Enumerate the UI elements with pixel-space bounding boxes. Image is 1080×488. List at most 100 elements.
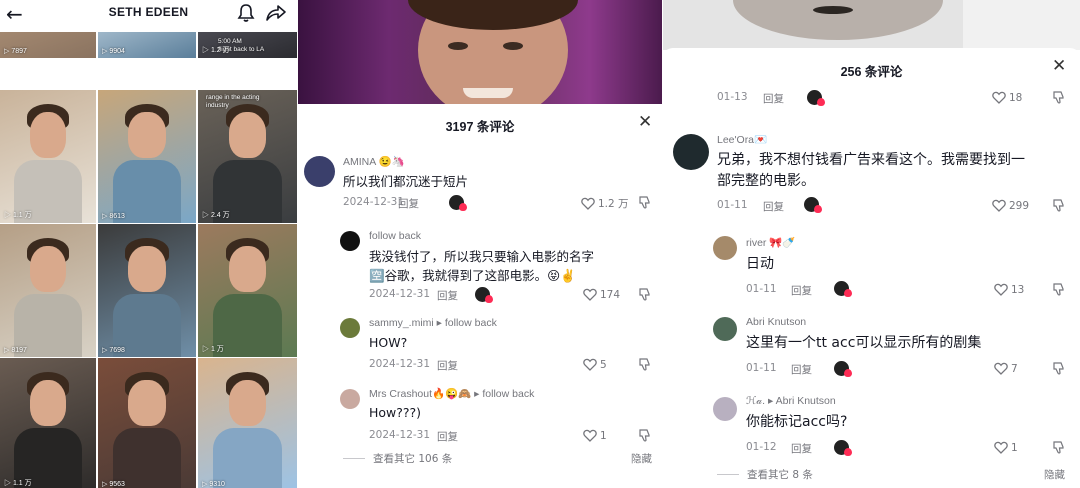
close-icon[interactable]: ✕ <box>638 112 652 132</box>
username-text[interactable]: Lee'Ora💌 <box>717 134 767 146</box>
reply-to-user[interactable]: follow back <box>445 317 497 329</box>
reply-button[interactable]: 回复 <box>791 362 812 377</box>
thumbnail-image <box>29 112 67 158</box>
bell-icon[interactable] <box>237 3 255 23</box>
heart-icon[interactable] <box>994 283 1008 296</box>
comment-username[interactable]: Abri Knutson <box>746 316 806 328</box>
video-thumbnail[interactable]: range in the acting industry ▷ 2.4 万 <box>198 90 297 223</box>
comment-username[interactable]: sammy_.mimi ▸ follow back <box>369 317 497 329</box>
view-count: ▷ 1.2 万 <box>202 45 230 55</box>
view-more-replies[interactable]: 查看其它 106 条 <box>343 451 452 466</box>
user-avatar[interactable] <box>340 389 360 409</box>
reply-to-user[interactable]: follow back <box>482 388 534 400</box>
dislike-icon[interactable] <box>1052 441 1065 454</box>
thumbnail-image <box>128 380 166 426</box>
reply-button[interactable]: 回复 <box>437 358 458 373</box>
like-count-value: 1 <box>1011 442 1018 454</box>
hide-replies-button[interactable]: 隐藏 <box>631 451 652 466</box>
video-thumbnail[interactable]: ▷ 9563 <box>98 358 196 488</box>
video-thumbnail[interactable]: ▷ 9310 <box>198 358 297 488</box>
dislike-icon[interactable] <box>1052 91 1065 104</box>
like-count[interactable]: 7 <box>994 362 1018 375</box>
reply-button[interactable]: 回复 <box>791 441 812 456</box>
video-thumbnail[interactable]: ▷ 8197 <box>0 224 96 357</box>
reply-button[interactable]: 回复 <box>398 196 419 211</box>
like-count[interactable]: 1 <box>583 429 607 442</box>
user-avatar[interactable] <box>673 134 709 170</box>
comment-date: 01-12 <box>746 441 777 453</box>
video-background <box>298 0 662 104</box>
reply-button[interactable]: 回复 <box>791 283 812 298</box>
heart-icon[interactable] <box>992 199 1006 212</box>
user-avatar[interactable] <box>713 317 737 341</box>
hide-replies-button[interactable]: 隐藏 <box>1044 467 1065 482</box>
like-count[interactable]: 299 <box>992 199 1029 212</box>
like-count[interactable]: 1 <box>994 441 1018 454</box>
video-thumbnail[interactable]: 5:00 AM flight back to LA ▷ 1.2 万 <box>198 32 297 58</box>
view-more-label[interactable]: 查看其它 106 条 <box>373 453 452 465</box>
like-count-value: 1.2 万 <box>598 198 629 210</box>
video-thumbnail[interactable]: ▷ 8613 <box>98 90 196 223</box>
username-text[interactable]: AMINA 😉🦄 <box>343 156 405 168</box>
heart-icon[interactable] <box>581 197 595 210</box>
user-avatar[interactable] <box>713 397 737 421</box>
dislike-icon[interactable] <box>1052 199 1065 212</box>
reply-button[interactable]: 回复 <box>763 199 784 214</box>
username-text[interactable]: ℋ𝒶. <box>746 395 765 407</box>
heart-icon[interactable] <box>994 441 1008 454</box>
comment-date: 2024-12-31 <box>369 429 431 441</box>
reply-to-user[interactable]: Abri Knutson <box>776 395 836 407</box>
view-more-replies[interactable]: 查看其它 8 条 <box>717 467 813 482</box>
comment-username[interactable]: ℋ𝒶. ▸ Abri Knutson <box>746 395 836 408</box>
username-text[interactable]: follow back <box>369 230 421 242</box>
play-icon: ▷ <box>202 212 211 219</box>
like-count[interactable]: 18 <box>992 91 1022 104</box>
like-count-value: 5 <box>600 359 607 371</box>
comment-username[interactable]: river 🎀🍼 <box>746 236 795 249</box>
dislike-icon[interactable] <box>638 196 651 209</box>
user-avatar[interactable] <box>340 318 360 338</box>
dislike-icon[interactable] <box>1052 362 1065 375</box>
video-thumbnail[interactable]: ▷ 9904 <box>98 32 196 58</box>
video-thumbnail[interactable]: ▷ 1.1 万 <box>0 90 96 223</box>
username-text[interactable]: river 🎀🍼 <box>746 237 795 249</box>
comment-username[interactable]: Lee'Ora💌 <box>717 133 767 146</box>
comment-username[interactable]: follow back <box>369 230 421 242</box>
comment-username[interactable]: AMINA 😉🦄 <box>343 155 405 168</box>
video-thumbnail[interactable]: ▷ 1 万 <box>198 224 297 357</box>
creator-liked-badge <box>834 361 852 377</box>
heart-icon[interactable] <box>583 358 597 371</box>
username-text[interactable]: Mrs Crashout🔥😜🙈 <box>369 388 471 400</box>
user-avatar[interactable] <box>340 231 360 251</box>
comment-date: 2024-12-31 <box>369 288 431 300</box>
like-count[interactable]: 13 <box>994 283 1024 296</box>
share-icon[interactable] <box>265 3 287 23</box>
close-icon[interactable]: ✕ <box>1052 56 1066 76</box>
reply-button[interactable]: 回复 <box>437 288 458 303</box>
user-avatar[interactable] <box>713 236 737 260</box>
thumbnail-image <box>228 380 267 426</box>
video-thumbnail[interactable]: ▷ 7897 <box>0 32 96 58</box>
video-thumbnail[interactable]: ▷ 1.1 万 <box>0 358 96 488</box>
dislike-icon[interactable] <box>638 429 651 442</box>
heart-icon[interactable] <box>994 362 1008 375</box>
like-count[interactable]: 174 <box>583 288 620 301</box>
heart-icon[interactable] <box>583 429 597 442</box>
username-text[interactable]: sammy_.mimi <box>369 317 434 329</box>
user-avatar[interactable] <box>304 156 335 187</box>
heart-icon[interactable] <box>583 288 597 301</box>
username-text[interactable]: Abri Knutson <box>746 316 806 328</box>
view-count: ▷ 8613 <box>102 212 125 220</box>
reply-button[interactable]: 回复 <box>437 429 458 444</box>
dislike-icon[interactable] <box>638 358 651 371</box>
like-count[interactable]: 5 <box>583 358 607 371</box>
dislike-icon[interactable] <box>1052 283 1065 296</box>
view-more-label[interactable]: 查看其它 8 条 <box>747 469 813 481</box>
dislike-icon[interactable] <box>638 288 651 301</box>
comment-username[interactable]: Mrs Crashout🔥😜🙈 ▸ follow back <box>369 387 534 400</box>
reply-button[interactable]: 回复 <box>763 91 784 106</box>
like-count[interactable]: 1.2 万 <box>581 196 629 211</box>
comment-date: 2024-12-31 <box>343 196 405 208</box>
heart-icon[interactable] <box>992 91 1006 104</box>
video-thumbnail[interactable]: ▷ 7698 <box>98 224 196 357</box>
